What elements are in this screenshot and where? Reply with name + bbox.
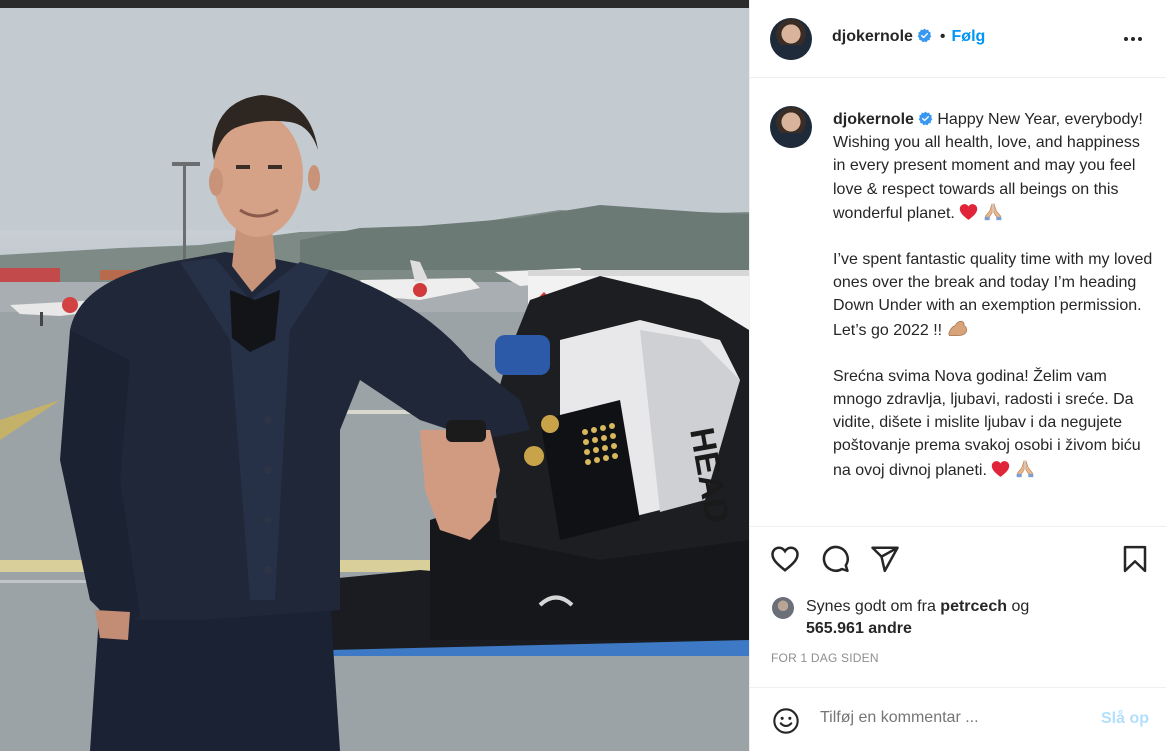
caption-paragraph-3-text: Srećna svima Nova godina! Želim vam mnog…	[833, 367, 1146, 479]
post-photo-scene: Sk HEAD	[0, 0, 749, 751]
likes-joiner: og	[1011, 598, 1030, 615]
verified-badge-icon	[918, 111, 933, 126]
red-heart-emoji	[960, 203, 978, 220]
liker-avatar[interactable]	[772, 597, 794, 619]
more-options-icon[interactable]	[1121, 27, 1145, 51]
folded-hands-emoji	[984, 203, 1002, 220]
header-separator: •	[939, 28, 946, 45]
caption-section: djokernole Happy New Year, everybody! Wi…	[750, 78, 1166, 526]
liker-username[interactable]: petrcech	[940, 598, 1007, 615]
likes-line-1: Synes godt om fra petrcech og	[772, 596, 1152, 618]
flexed-biceps-emoji	[947, 320, 967, 336]
caption-author-avatar[interactable]	[770, 106, 812, 148]
caption-paragraph-1: djokernole Happy New Year, everybody! Wi…	[833, 108, 1153, 225]
caption-paragraph-2: I’ve spent fantastic quality time with m…	[833, 248, 1153, 342]
post-timestamp[interactable]: FOR 1 DAG SIDEN	[771, 651, 879, 665]
author-username[interactable]: djokernole	[832, 28, 913, 45]
likes-count[interactable]: 565.961 andre	[806, 620, 912, 637]
post-side-panel: djokernole • Følg djokernole Happy New Yea…	[749, 0, 1166, 751]
post-comment-button[interactable]: Slå op	[1101, 710, 1149, 728]
likes-line-2: 565.961 andre	[772, 618, 1152, 640]
likes-prefix: Synes godt om fra	[806, 598, 936, 615]
author-avatar[interactable]	[770, 18, 812, 60]
folded-hands-emoji	[1016, 460, 1034, 477]
caption-paragraph-3: Srećna svima Nova godina! Želim vam mnog…	[833, 365, 1153, 482]
post-header: djokernole • Følg	[750, 0, 1166, 78]
verified-badge-icon	[917, 28, 932, 43]
author-line: djokernole • Følg	[832, 28, 985, 46]
bookmark-icon[interactable]	[1120, 544, 1150, 574]
add-comment-bar: Slå op	[750, 687, 1166, 751]
caption-paragraph-2-text: I’ve spent fantastic quality time with m…	[833, 251, 1157, 339]
emoji-icon[interactable]	[772, 707, 800, 735]
caption-username[interactable]: djokernole	[833, 111, 914, 128]
caption-text: djokernole Happy New Year, everybody! Wi…	[833, 108, 1153, 482]
red-heart-emoji	[992, 460, 1010, 477]
action-bar	[750, 526, 1166, 590]
comment-icon[interactable]	[820, 544, 850, 574]
comment-input[interactable]	[820, 709, 1080, 727]
share-icon[interactable]	[870, 544, 900, 574]
likes-summary: Synes godt om fra petrcech og 565.961 an…	[772, 596, 1152, 640]
post-photo[interactable]: Sk HEAD	[0, 0, 749, 751]
follow-button[interactable]: Følg	[952, 28, 986, 45]
heart-icon[interactable]	[770, 544, 800, 574]
